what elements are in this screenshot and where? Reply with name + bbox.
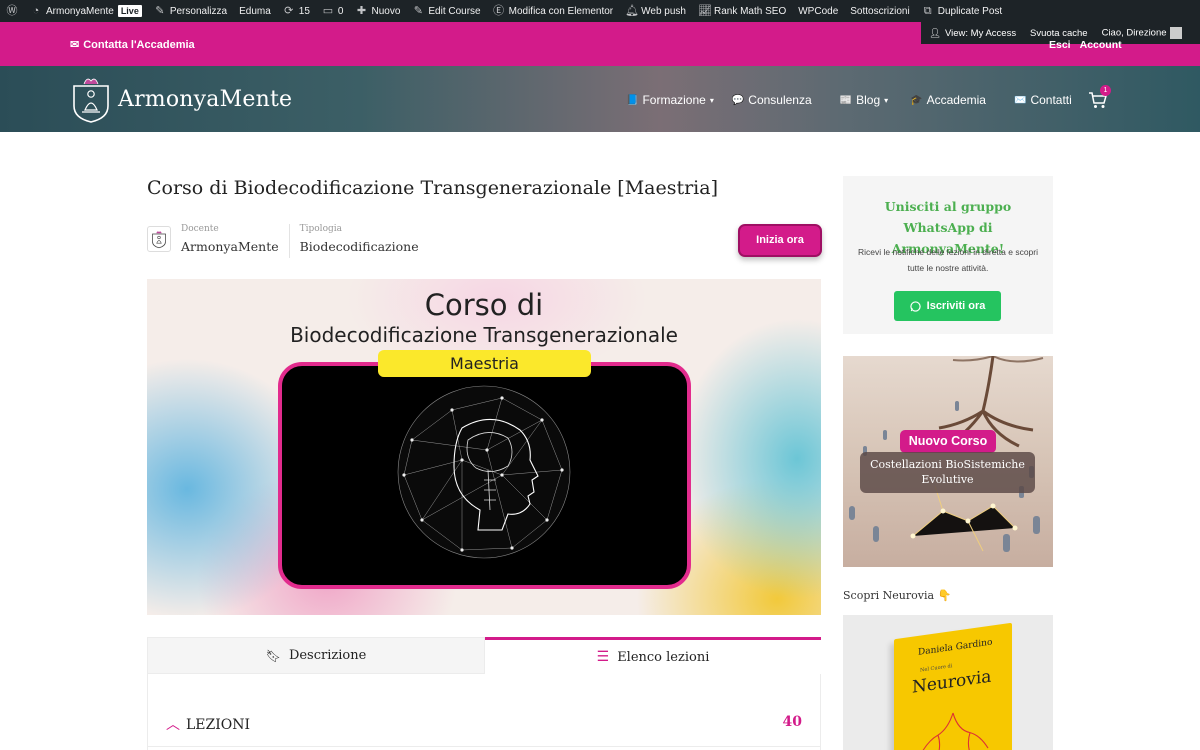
user-links: Esci Account (1049, 39, 1122, 51)
wp-admin-bar: Ⓦ ◔ ArmonyaMente Live ✎ Personalizza Eduma … (0, 0, 1200, 22)
promo-course-title: Costellazioni BioSistemiche Evolutive (860, 452, 1035, 493)
lessons-heading[interactable]: LEZIONI (186, 717, 250, 733)
tab-elenco-lezioni[interactable]: ☰ Elenco lezioni (485, 637, 821, 674)
course-meta: Docente ArmonyaMente Tipologia Biodecodi… (147, 224, 419, 258)
account-link[interactable]: Account (1080, 39, 1122, 51)
admin-comments[interactable]: ▭ 0 (316, 0, 350, 22)
chevron-down-icon: ▾ (709, 95, 714, 105)
admin-new[interactable]: ✚ Nuovo (349, 0, 406, 22)
banner-title-line1: Corso di (424, 288, 544, 322)
updates-icon: ⟳ (284, 5, 294, 17)
chevron-up-icon[interactable]: ︿ (166, 714, 180, 734)
book-icon: 📘 (626, 94, 639, 106)
banner-level-pill: Maestria (378, 350, 591, 377)
admin-edit-course[interactable]: ✎ Edit Course (406, 0, 486, 22)
logo-text: ArmonyaMente (118, 86, 293, 112)
chevron-down-icon: ▾ (884, 95, 889, 105)
my-account-menu[interactable]: Ciao, Direzione (1102, 27, 1182, 39)
neurovia-book-image[interactable]: Daniela Gardino Nel Cuore di Neurovia (843, 615, 1053, 750)
teacher-avatar (147, 226, 171, 252)
course-banner-image: Corso di Biodecodificazione Transgeneraz… (147, 279, 821, 615)
divider (148, 746, 820, 747)
admin-subscriptions[interactable]: Sottoscrizioni (844, 0, 915, 22)
bell-icon: 🔔︎ (625, 5, 640, 17)
dashboard-icon: ◔ (32, 5, 40, 17)
envelope-icon: ✉ (70, 39, 80, 51)
graduation-icon: 🎓 (910, 94, 923, 106)
bookmark-icon: 🔖︎ (265, 648, 281, 663)
avatar (1169, 27, 1182, 39)
banner-title-line2: Biodecodificazione Transgenerazionale (290, 323, 678, 347)
whatsapp-widget: Unisciti al gruppo WhatsApp di ArmonyaMe… (843, 176, 1053, 334)
new-course-promo[interactable]: Nuovo Corso Costellazioni BioSistemiche … (843, 356, 1053, 567)
divider (288, 224, 290, 258)
admin-web-push[interactable]: 🔔︎ Web push (619, 0, 692, 22)
wordpress-icon: Ⓦ (6, 5, 18, 17)
newspaper-icon: 📰 (839, 94, 853, 106)
site-header: ArmonyaMente 📘 Formazione ▾ 💬 Consulenza… (0, 66, 1200, 132)
logo-crest-icon (73, 78, 109, 123)
tab-descrizione[interactable]: 🔖︎ Descrizione (147, 637, 485, 674)
course-tabs: 🔖︎ Descrizione ☰ Elenco lezioni (147, 637, 821, 674)
admin-theme[interactable]: Eduma (233, 0, 277, 22)
course-type-info: Tipologia Biodecodificazione (300, 224, 419, 254)
start-course-button[interactable]: Inizia ora (738, 224, 822, 257)
wp-logo-menu[interactable]: Ⓦ (0, 0, 24, 22)
new-course-badge: Nuovo Corso (900, 430, 996, 453)
admin-duplicate-post[interactable]: ⧉ Duplicate Post (916, 0, 1008, 22)
neurovia-heading: Scopri Neurovia 👇 (843, 589, 952, 602)
neuron-illustration-icon (919, 712, 989, 750)
duplicate-icon: ⧉ (923, 5, 932, 17)
page-title: Corso di Biodecodificazione Transgeneraz… (147, 177, 719, 199)
admin-updates[interactable]: ⟳ 15 (277, 0, 316, 22)
lessons-count: 40 (782, 714, 802, 730)
admin-rank-math[interactable]: 📈︎ Rank Math SEO (692, 0, 792, 22)
teacher-info: Docente ArmonyaMente (181, 224, 279, 254)
teacher-name[interactable]: ArmonyaMente (181, 239, 279, 254)
main-nav: 📘 Formazione ▾ 💬 Consulenza 📰 Blog ▾ 🎓 A… (626, 93, 1072, 107)
logo-crest-icon (152, 231, 166, 249)
comment-icon: ▭ (322, 5, 334, 17)
rank-math-icon: 📈︎ (697, 5, 712, 17)
brush-icon: ✎ (155, 5, 165, 17)
list-icon: ☰ (596, 649, 610, 665)
whatsapp-description: Ricevi le notifiche delle lezioni in dir… (857, 247, 1038, 273)
live-badge: Live (117, 5, 142, 17)
nav-blog[interactable]: 📰 Blog ▾ (840, 93, 889, 107)
site-logo[interactable]: ArmonyaMente (70, 74, 292, 124)
nav-contatti[interactable]: ✉️ Contatti (1014, 93, 1072, 107)
lessons-section: ︿ LEZIONI 40 (147, 674, 821, 750)
nav-accademia[interactable]: 🎓 Accademia (910, 93, 986, 107)
book-cover: Daniela Gardino Nel Cuore di Neurovia (894, 622, 1012, 750)
cart-count-badge: 1 (1100, 85, 1111, 96)
logout-link[interactable]: Esci (1049, 39, 1071, 51)
admin-customize[interactable]: ✎ Personalizza (148, 0, 233, 22)
plus-icon: ✚ (356, 5, 367, 17)
whatsapp-icon (909, 300, 921, 312)
elementor-icon: Ⓔ (493, 5, 505, 17)
type-label: Tipologia (299, 224, 342, 234)
teacher-label: Docente (181, 224, 219, 234)
view-access-switcher[interactable]: 👤︎ View: My Access (921, 22, 1024, 44)
admin-site-name[interactable]: ◔ ArmonyaMente Live (24, 0, 148, 22)
speech-bubble-icon: 💬 (731, 94, 745, 106)
contact-academy-link[interactable]: ✉ Contatta l'Accademia (70, 38, 195, 52)
book-author: Daniela Gardino (918, 637, 993, 658)
user-icon: 👤︎ (928, 27, 941, 39)
envelope-icon: ✉️ (1013, 94, 1027, 106)
admin-elementor[interactable]: Ⓔ Modifica con Elementor (487, 0, 620, 22)
type-value[interactable]: Biodecodificazione (300, 239, 419, 254)
nav-consulenza[interactable]: 💬 Consulenza (732, 93, 812, 107)
banner-image-frame (278, 362, 691, 589)
neural-head-illustration (397, 385, 571, 559)
pencil-icon: ✎ (413, 5, 423, 17)
nav-formazione[interactable]: 📘 Formazione ▾ (626, 93, 714, 107)
clear-cache-button[interactable]: Svuota cache (1030, 28, 1088, 39)
admin-wpcode[interactable]: WPCode (792, 0, 844, 22)
whatsapp-subscribe-button[interactable]: Iscriviti ora (894, 291, 1001, 321)
